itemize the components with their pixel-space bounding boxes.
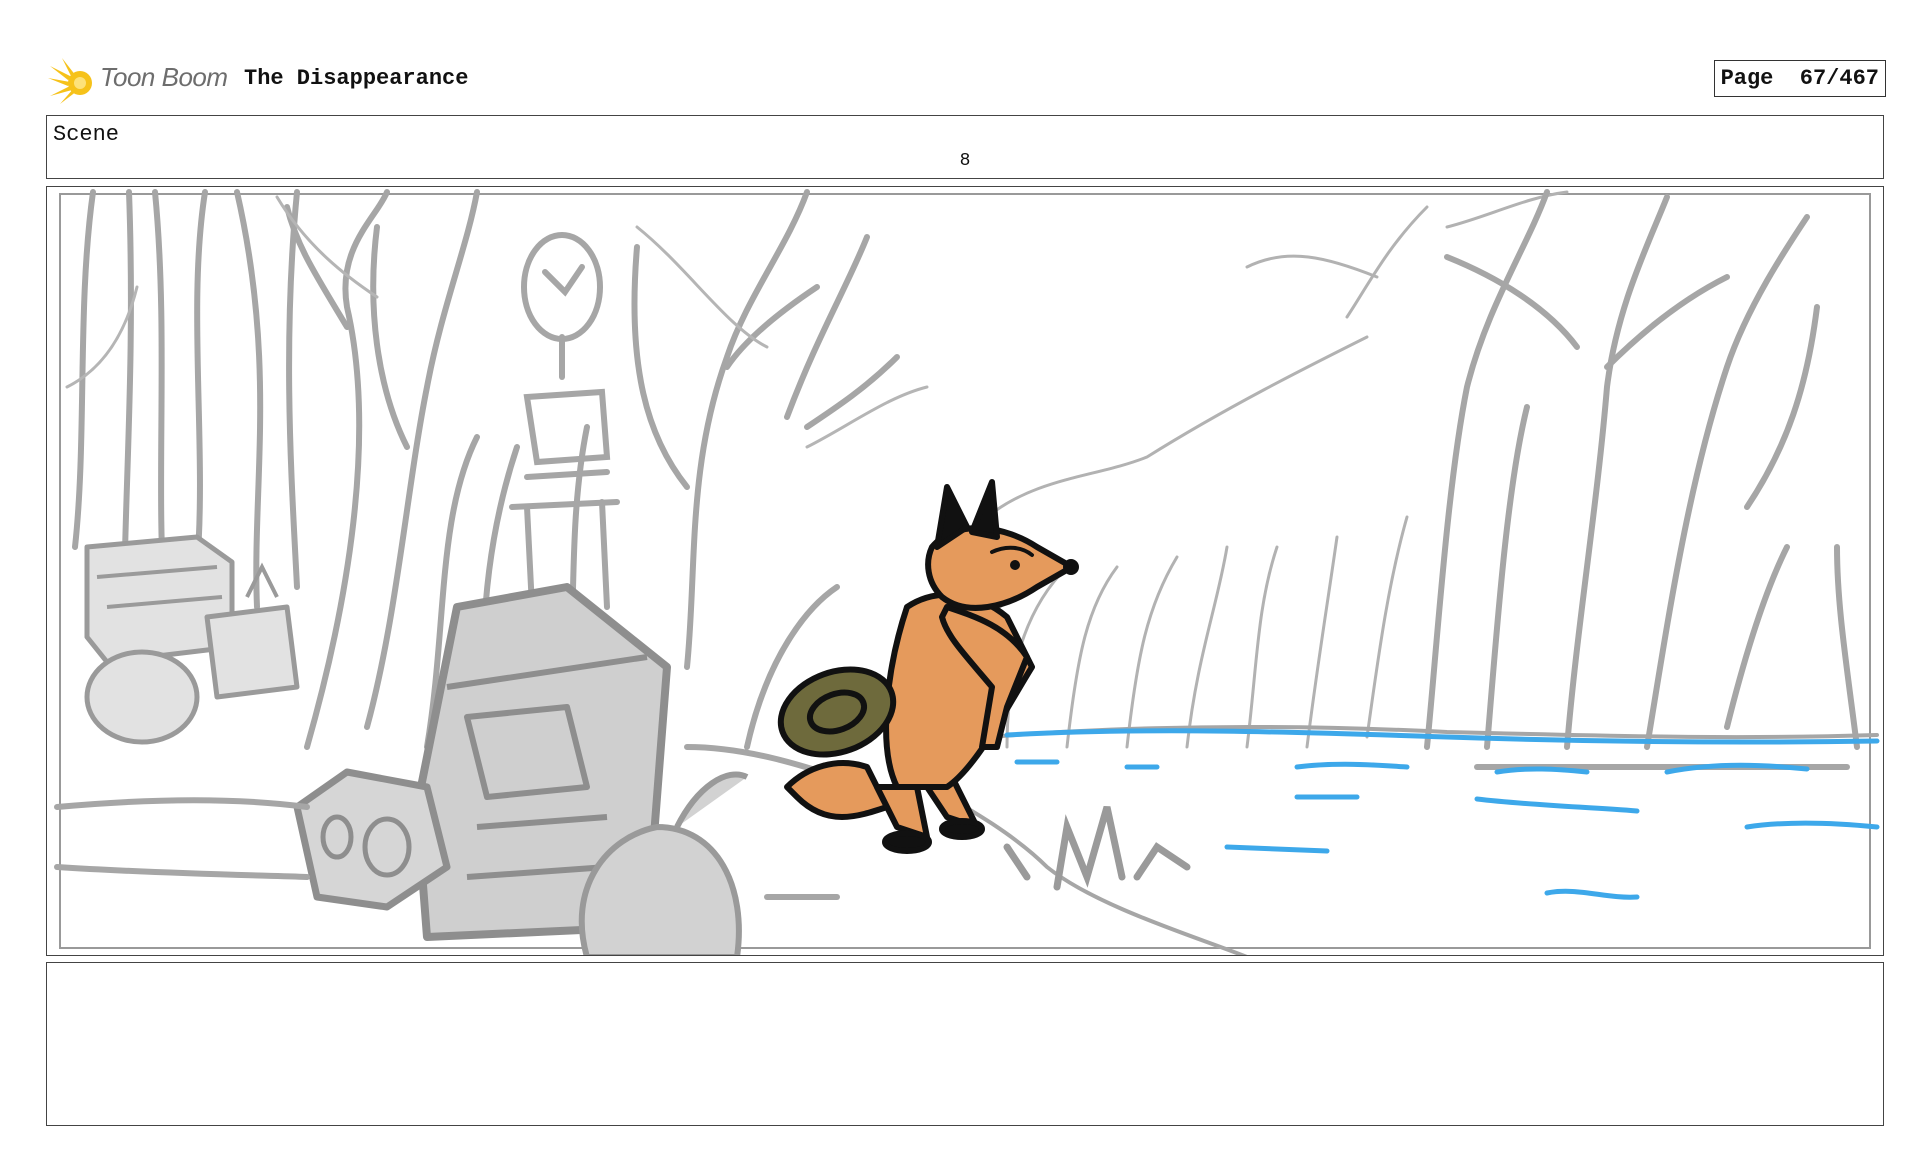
- page-number: 67/467: [1799, 66, 1879, 91]
- toon-boom-logo-icon: [48, 58, 92, 104]
- scene-box: Scene 8: [46, 115, 1884, 179]
- panel-notes-box: [46, 962, 1884, 1126]
- page-header: Toon Boom The Disappearance Page 67/467: [48, 52, 1888, 108]
- storyboard-sketch-image: [54, 189, 1880, 955]
- page-label: Page: [1720, 66, 1774, 91]
- scene-label: Scene: [53, 122, 120, 147]
- scene-number: 8: [959, 151, 971, 171]
- logo-text: Toon Boom: [100, 62, 228, 92]
- storyboard-panel: [46, 186, 1884, 956]
- project-title: The Disappearance: [244, 66, 469, 91]
- page-indicator: Page 67/467: [1713, 60, 1886, 97]
